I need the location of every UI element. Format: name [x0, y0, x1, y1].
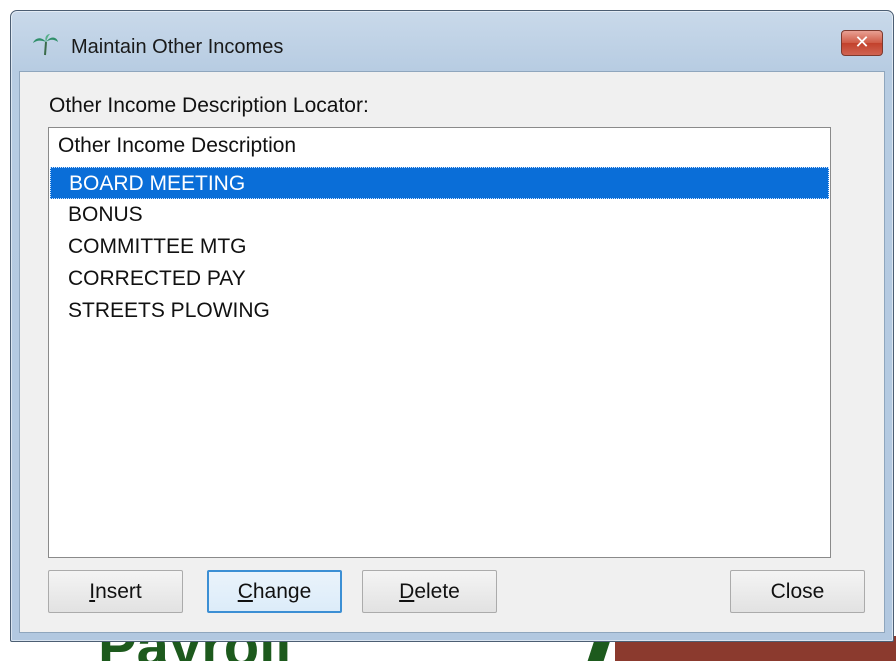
window-title: Maintain Other Incomes	[71, 36, 284, 58]
other-income-listbox[interactable]: Other Income Description BOARD MEETING B…	[48, 127, 831, 558]
list-item[interactable]: CORRECTED PAY	[50, 263, 829, 295]
list-column-header[interactable]: Other Income Description	[58, 134, 296, 158]
dialog-client-area: Other Income Description Locator: Other …	[19, 71, 885, 633]
delete-button[interactable]: Delete	[362, 570, 497, 613]
delete-label: elete	[414, 580, 460, 603]
maintain-other-incomes-dialog: Maintain Other Incomes ✕ Other Income De…	[10, 10, 894, 642]
close-icon: ✕	[854, 32, 870, 53]
delete-mnemonic: D	[399, 580, 415, 603]
locator-label: Other Income Description Locator:	[49, 94, 369, 117]
close-window-button[interactable]: ✕	[841, 30, 883, 56]
close-button[interactable]: Close	[730, 570, 865, 613]
list-item[interactable]: COMMITTEE MTG	[50, 231, 829, 263]
insert-button[interactable]: Insert	[48, 570, 183, 613]
title-bar[interactable]: Maintain Other Incomes ✕	[11, 11, 893, 71]
list-item[interactable]: BONUS	[50, 199, 829, 231]
list-item[interactable]: STREETS PLOWING	[50, 295, 829, 327]
insert-label: nsert	[95, 580, 142, 603]
change-mnemonic: C	[237, 580, 253, 603]
change-label: hange	[252, 580, 312, 603]
change-button[interactable]: Change	[207, 570, 342, 613]
palm-tree-icon	[31, 33, 59, 57]
list-item[interactable]: BOARD MEETING	[50, 167, 829, 199]
list-rows: BOARD MEETING BONUS COMMITTEE MTG CORREC…	[50, 167, 829, 327]
